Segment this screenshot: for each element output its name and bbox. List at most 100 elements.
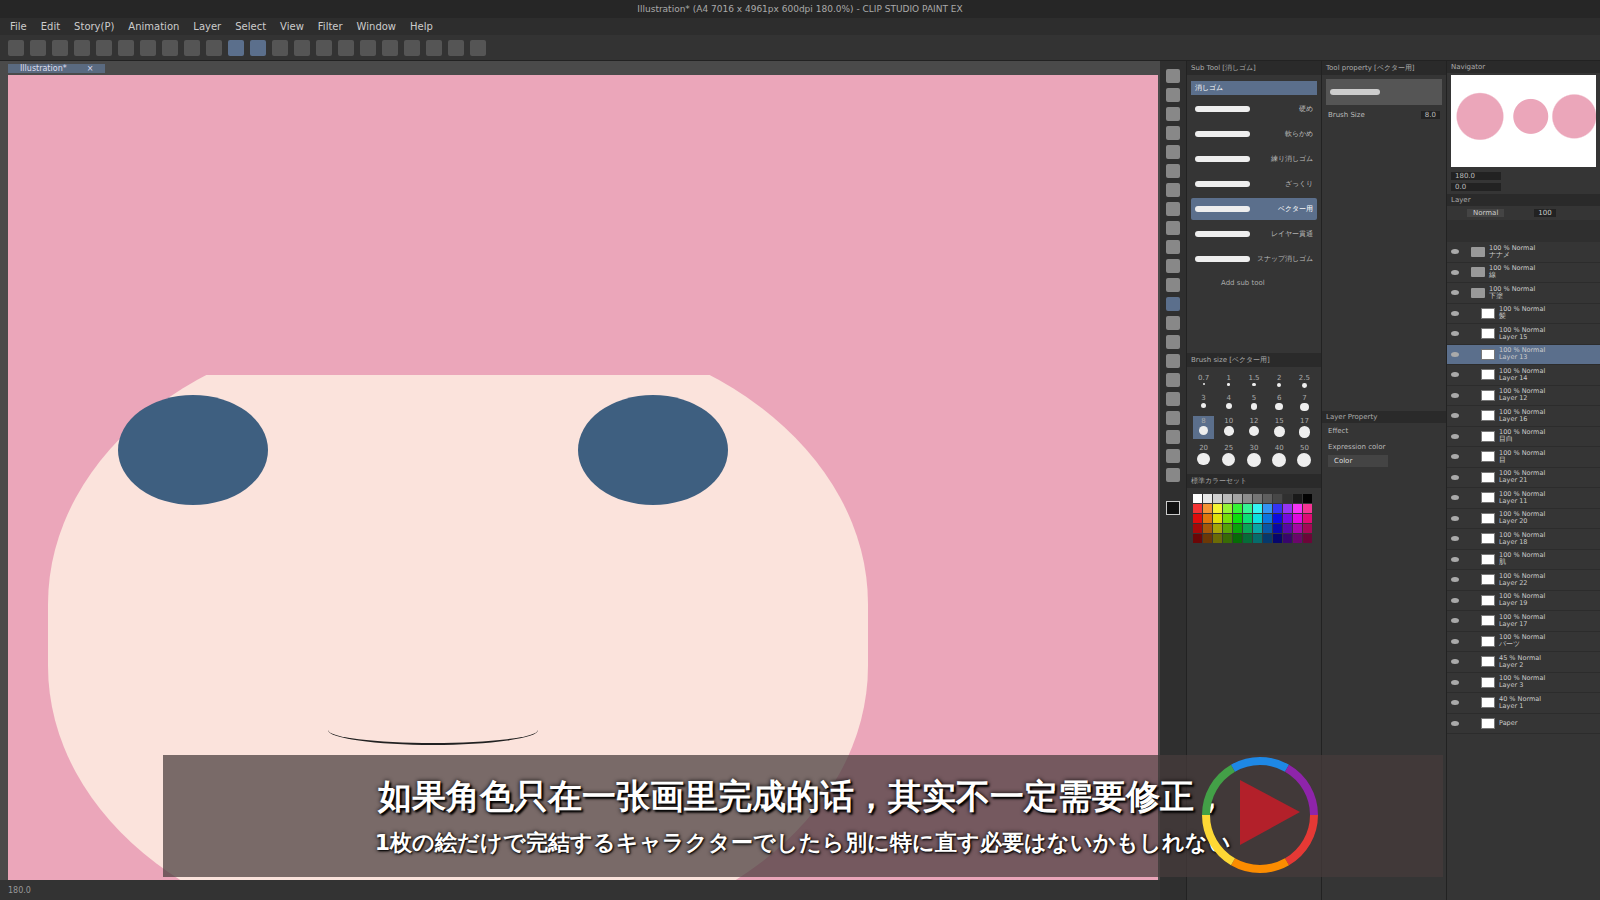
layer-name[interactable]: Layer 20 bbox=[1499, 518, 1545, 525]
brush-size-value[interactable]: 2 bbox=[1277, 374, 1281, 382]
layer-row[interactable]: 100 % NormalLayer 17 bbox=[1447, 611, 1600, 632]
color-swatch[interactable] bbox=[1223, 514, 1232, 523]
toolbar-button-icon[interactable] bbox=[404, 40, 420, 56]
color-swatch[interactable] bbox=[1253, 494, 1262, 503]
brush-size-item[interactable]: 50 bbox=[1294, 443, 1315, 468]
layer-name[interactable]: 線 bbox=[1489, 272, 1535, 279]
layer-row[interactable]: 100 % Normal下塗 bbox=[1447, 283, 1600, 304]
brush-size-item[interactable]: 2 bbox=[1269, 373, 1290, 389]
toolbar-button-icon[interactable] bbox=[250, 40, 266, 56]
layer-row[interactable]: 100 % NormalLayer 11 bbox=[1447, 488, 1600, 509]
layer-name[interactable]: 髪 bbox=[1499, 313, 1545, 320]
brush-size-item[interactable]: 8 bbox=[1193, 416, 1214, 439]
menu-item[interactable]: Window bbox=[357, 21, 396, 32]
layer-row[interactable]: 100 % NormalLayer 18 bbox=[1447, 529, 1600, 550]
tool-icon[interactable] bbox=[1166, 164, 1180, 178]
toolbar-button-icon[interactable] bbox=[228, 40, 244, 56]
layer-name[interactable]: Layer 14 bbox=[1499, 375, 1545, 382]
color-swatch[interactable] bbox=[1253, 534, 1262, 543]
eye-icon[interactable] bbox=[1451, 700, 1459, 705]
brush-size-item[interactable]: 12 bbox=[1243, 416, 1264, 439]
tool-icon[interactable] bbox=[1166, 392, 1180, 406]
color-swatch[interactable] bbox=[1273, 514, 1282, 523]
toolbar-button-icon[interactable] bbox=[162, 40, 178, 56]
layer-name[interactable]: Layer 18 bbox=[1499, 539, 1545, 546]
layer-row[interactable]: 100 % NormalLayer 20 bbox=[1447, 509, 1600, 530]
sub-tool-label[interactable]: ベクター用 bbox=[1278, 204, 1313, 214]
brush-size-value[interactable]: 6 bbox=[1277, 394, 1281, 402]
brush-size-value[interactable]: 25 bbox=[1224, 444, 1233, 452]
layer-name[interactable]: 目 bbox=[1499, 457, 1545, 464]
color-swatch[interactable] bbox=[1193, 534, 1202, 543]
layer-row[interactable]: 100 % Normal目 bbox=[1447, 447, 1600, 468]
menu-item[interactable]: Filter bbox=[318, 21, 343, 32]
eye-icon[interactable] bbox=[1451, 311, 1459, 316]
main-color-icon[interactable] bbox=[1166, 501, 1180, 515]
brush-size-item[interactable]: 20 bbox=[1193, 443, 1214, 468]
layer-name[interactable]: Layer 1 bbox=[1499, 703, 1541, 710]
color-swatch[interactable] bbox=[1253, 524, 1262, 533]
color-swatch[interactable] bbox=[1263, 494, 1272, 503]
tool-icon[interactable] bbox=[1166, 202, 1180, 216]
color-swatch[interactable] bbox=[1273, 504, 1282, 513]
layer-row[interactable]: 100 % NormalLayer 16 bbox=[1447, 406, 1600, 427]
brush-size-item[interactable]: 0.7 bbox=[1193, 373, 1214, 389]
toolbar-button-icon[interactable] bbox=[30, 40, 46, 56]
layer-row[interactable]: 100 % Normal肌 bbox=[1447, 550, 1600, 571]
tool-icon[interactable] bbox=[1166, 335, 1180, 349]
color-swatch[interactable] bbox=[1293, 494, 1302, 503]
eye-icon[interactable] bbox=[1451, 434, 1459, 439]
tool-icon[interactable] bbox=[1166, 126, 1180, 140]
sub-tool-label[interactable]: 硬め bbox=[1299, 104, 1313, 114]
brush-size-value[interactable]: 7 bbox=[1302, 394, 1306, 402]
eye-icon[interactable] bbox=[1451, 331, 1459, 336]
eye-icon[interactable] bbox=[1451, 249, 1459, 254]
canvas-tab-label[interactable]: Illustration* bbox=[14, 64, 73, 73]
eye-icon[interactable] bbox=[1451, 270, 1459, 275]
color-swatch[interactable] bbox=[1223, 494, 1232, 503]
eye-icon[interactable] bbox=[1451, 659, 1459, 664]
toolbar-button-icon[interactable] bbox=[272, 40, 288, 56]
layer-row[interactable]: 100 % Normal髪 bbox=[1447, 304, 1600, 325]
brush-size-value[interactable]: 5 bbox=[1252, 394, 1256, 402]
menu-item[interactable]: Layer bbox=[193, 21, 221, 32]
layer-row[interactable]: 100 % NormalLayer 14 bbox=[1447, 365, 1600, 386]
menu-item[interactable]: Animation bbox=[128, 21, 179, 32]
toolbar-button-icon[interactable] bbox=[184, 40, 200, 56]
tool-icon[interactable] bbox=[1166, 259, 1180, 273]
brush-size-value[interactable]: 30 bbox=[1250, 444, 1259, 452]
layer-name[interactable]: Paper bbox=[1499, 720, 1517, 727]
color-swatch[interactable] bbox=[1243, 514, 1252, 523]
layer-row[interactable]: 100 % NormalLayer 19 bbox=[1447, 591, 1600, 612]
layer-name[interactable]: Layer 16 bbox=[1499, 416, 1545, 423]
brush-size-item[interactable]: 10 bbox=[1218, 416, 1239, 439]
zoom-readout[interactable]: 180.0 bbox=[8, 886, 31, 895]
eye-icon[interactable] bbox=[1451, 639, 1459, 644]
eye-icon[interactable] bbox=[1451, 413, 1459, 418]
color-swatch[interactable] bbox=[1253, 514, 1262, 523]
brush-size-value[interactable]: 17 bbox=[1300, 417, 1309, 425]
tool-icon[interactable] bbox=[1166, 297, 1180, 311]
tool-icon[interactable] bbox=[1166, 145, 1180, 159]
eye-icon[interactable] bbox=[1451, 516, 1459, 521]
eye-icon[interactable] bbox=[1451, 618, 1459, 623]
toolbar-button-icon[interactable] bbox=[74, 40, 90, 56]
tool-icon[interactable] bbox=[1166, 373, 1180, 387]
eye-icon[interactable] bbox=[1451, 721, 1459, 726]
tool-icon[interactable] bbox=[1166, 411, 1180, 425]
eye-icon[interactable] bbox=[1451, 495, 1459, 500]
toolbar-button-icon[interactable] bbox=[382, 40, 398, 56]
layer-name[interactable]: Layer 11 bbox=[1499, 498, 1545, 505]
eye-icon[interactable] bbox=[1451, 598, 1459, 603]
color-swatch[interactable] bbox=[1193, 504, 1202, 513]
color-swatch[interactable] bbox=[1203, 534, 1212, 543]
sub-tool-item[interactable]: 練り消しゴム bbox=[1191, 148, 1317, 170]
color-swatch[interactable] bbox=[1243, 534, 1252, 543]
brush-size-value[interactable]: 2.5 bbox=[1299, 374, 1310, 382]
tool-icon[interactable] bbox=[1166, 240, 1180, 254]
sub-tool-item[interactable]: レイヤー貫通 bbox=[1191, 223, 1317, 245]
close-tab-icon[interactable]: × bbox=[81, 64, 100, 73]
opacity-field[interactable]: 100 bbox=[1534, 209, 1555, 217]
eye-icon[interactable] bbox=[1451, 393, 1459, 398]
tool-icon[interactable] bbox=[1166, 107, 1180, 121]
